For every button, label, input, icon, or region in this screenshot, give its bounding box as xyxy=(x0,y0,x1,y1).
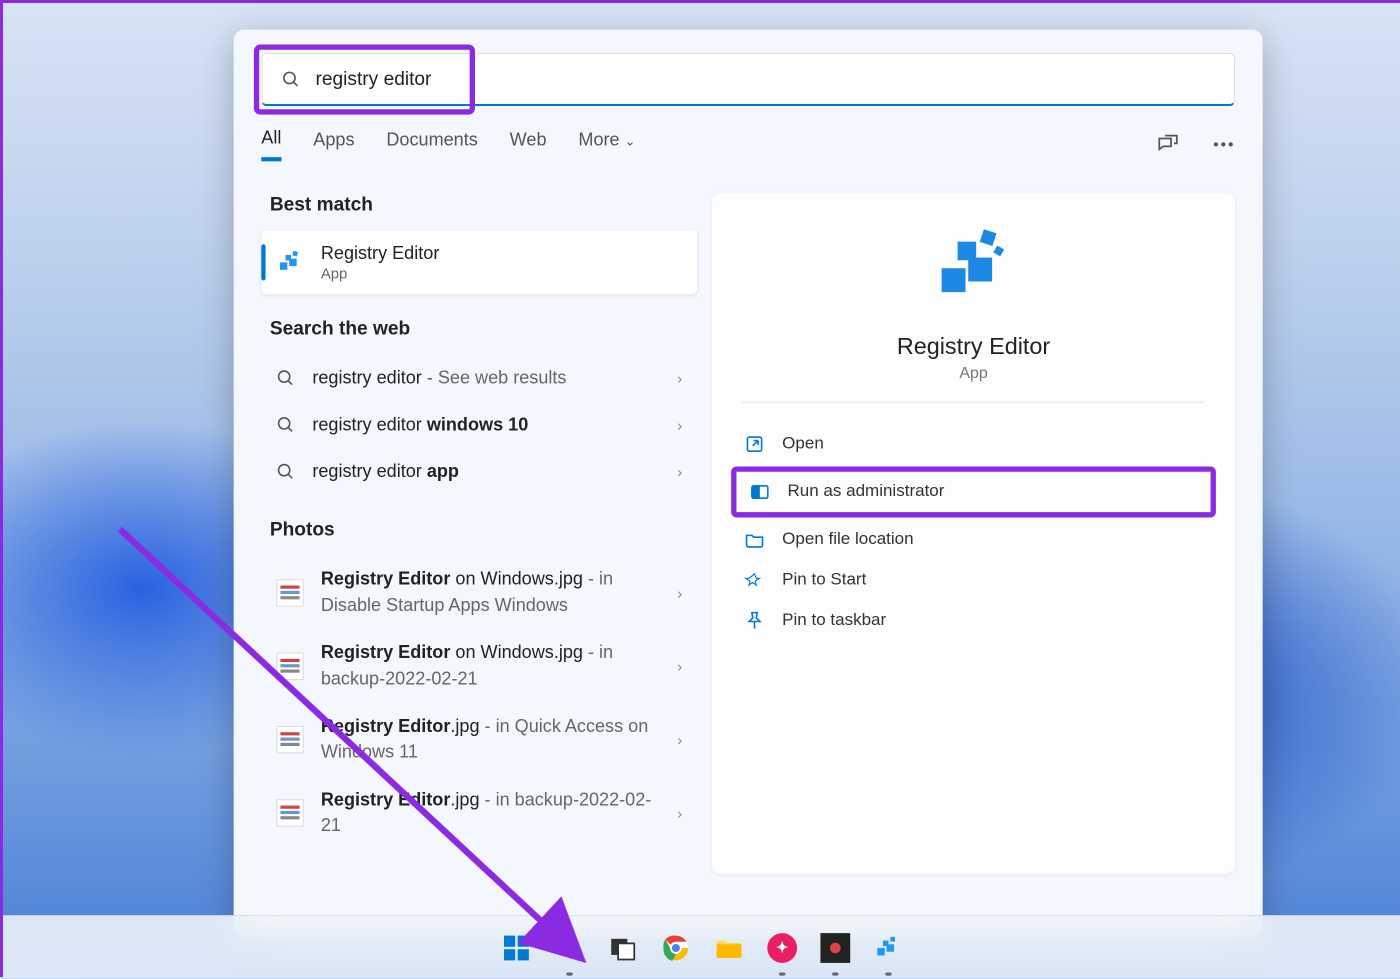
task-view-button[interactable] xyxy=(604,928,642,966)
folder-icon xyxy=(744,529,765,550)
photo-thumbnail xyxy=(276,726,304,754)
action-open-file-location[interactable]: Open file location xyxy=(731,520,1216,560)
best-match-title: Registry Editor xyxy=(321,243,682,264)
tab-documents[interactable]: Documents xyxy=(386,129,477,159)
taskbar: ✦ xyxy=(3,915,1400,979)
more-options-icon[interactable] xyxy=(1212,133,1235,156)
search-icon xyxy=(276,462,295,481)
search-bar[interactable] xyxy=(261,53,1235,106)
chevron-right-icon: › xyxy=(677,417,682,434)
app-dark-icon xyxy=(820,933,850,963)
start-search-panel: All Apps Documents Web More ⌄ Best match… xyxy=(234,30,1263,939)
chevron-right-icon: › xyxy=(677,805,682,822)
search-input[interactable] xyxy=(316,68,1215,90)
tab-more[interactable]: More ⌄ xyxy=(578,129,635,159)
best-match-subtitle: App xyxy=(321,264,682,281)
regedit-icon-large xyxy=(931,223,1016,308)
action-pin-to-taskbar[interactable]: Pin to taskbar xyxy=(731,600,1216,640)
section-best-match: Best match xyxy=(270,193,697,215)
detail-app-name: Registry Editor xyxy=(742,333,1205,361)
detail-panel: Registry Editor App Open Run as administ… xyxy=(712,193,1235,873)
detail-app-kind: App xyxy=(742,364,1205,382)
folder-icon xyxy=(714,933,744,963)
admin-shield-icon xyxy=(749,481,770,502)
web-result-2[interactable]: registry editor app › xyxy=(261,448,697,495)
taskbar-search-button[interactable] xyxy=(550,928,588,966)
app-red-icon: ✦ xyxy=(767,933,797,963)
section-search-web: Search the web xyxy=(270,318,697,340)
action-run-as-administrator[interactable]: Run as administrator xyxy=(731,466,1216,517)
tab-apps[interactable]: Apps xyxy=(313,129,354,159)
regedit-icon xyxy=(276,247,306,277)
chrome-icon xyxy=(661,933,691,963)
photo-thumbnail xyxy=(276,652,304,680)
photo-thumbnail xyxy=(276,579,304,607)
photo-result-2[interactable]: Registry Editor.jpg - in Quick Access on… xyxy=(261,703,697,777)
photo-result-1[interactable]: Registry Editor on Windows.jpg - in back… xyxy=(261,629,697,703)
section-photos: Photos xyxy=(270,519,697,541)
chevron-right-icon: › xyxy=(677,584,682,601)
action-open[interactable]: Open xyxy=(731,424,1216,464)
pin-icon xyxy=(744,570,765,591)
photo-result-3[interactable]: Registry Editor.jpg - in backup-2022-02-… xyxy=(261,777,697,851)
best-match-result[interactable]: Registry Editor App xyxy=(261,230,697,294)
tab-web[interactable]: Web xyxy=(510,129,547,159)
filter-tabs: All Apps Documents Web More ⌄ xyxy=(234,127,1263,161)
web-result-1[interactable]: registry editor windows 10 › xyxy=(261,402,697,449)
photo-result-0[interactable]: Registry Editor on Windows.jpg - in Disa… xyxy=(261,556,697,630)
chat-icon[interactable] xyxy=(1156,133,1179,156)
chrome-button[interactable] xyxy=(657,928,695,966)
start-button[interactable] xyxy=(497,928,535,966)
action-pin-to-start[interactable]: Pin to Start xyxy=(731,560,1216,600)
chevron-right-icon: › xyxy=(677,731,682,748)
chevron-right-icon: › xyxy=(677,658,682,675)
search-icon xyxy=(282,69,301,88)
chevron-right-icon: › xyxy=(677,463,682,480)
tab-all[interactable]: All xyxy=(261,127,281,161)
regedit-icon xyxy=(874,933,904,963)
search-icon xyxy=(276,415,295,434)
pin-icon xyxy=(744,610,765,631)
app-red-button[interactable]: ✦ xyxy=(763,928,801,966)
open-icon xyxy=(744,434,765,455)
windows-icon xyxy=(502,933,532,963)
web-result-0[interactable]: registry editor - See web results › xyxy=(261,355,697,402)
photo-thumbnail xyxy=(276,800,304,828)
chevron-right-icon: › xyxy=(677,370,682,387)
file-explorer-button[interactable] xyxy=(710,928,748,966)
regedit-taskbar-button[interactable] xyxy=(869,928,907,966)
task-view-icon xyxy=(609,934,637,962)
search-icon xyxy=(555,933,585,963)
results-column: Best match Registry Editor App Search th… xyxy=(261,193,697,873)
app-dark-button[interactable] xyxy=(816,928,854,966)
search-icon xyxy=(276,369,295,388)
